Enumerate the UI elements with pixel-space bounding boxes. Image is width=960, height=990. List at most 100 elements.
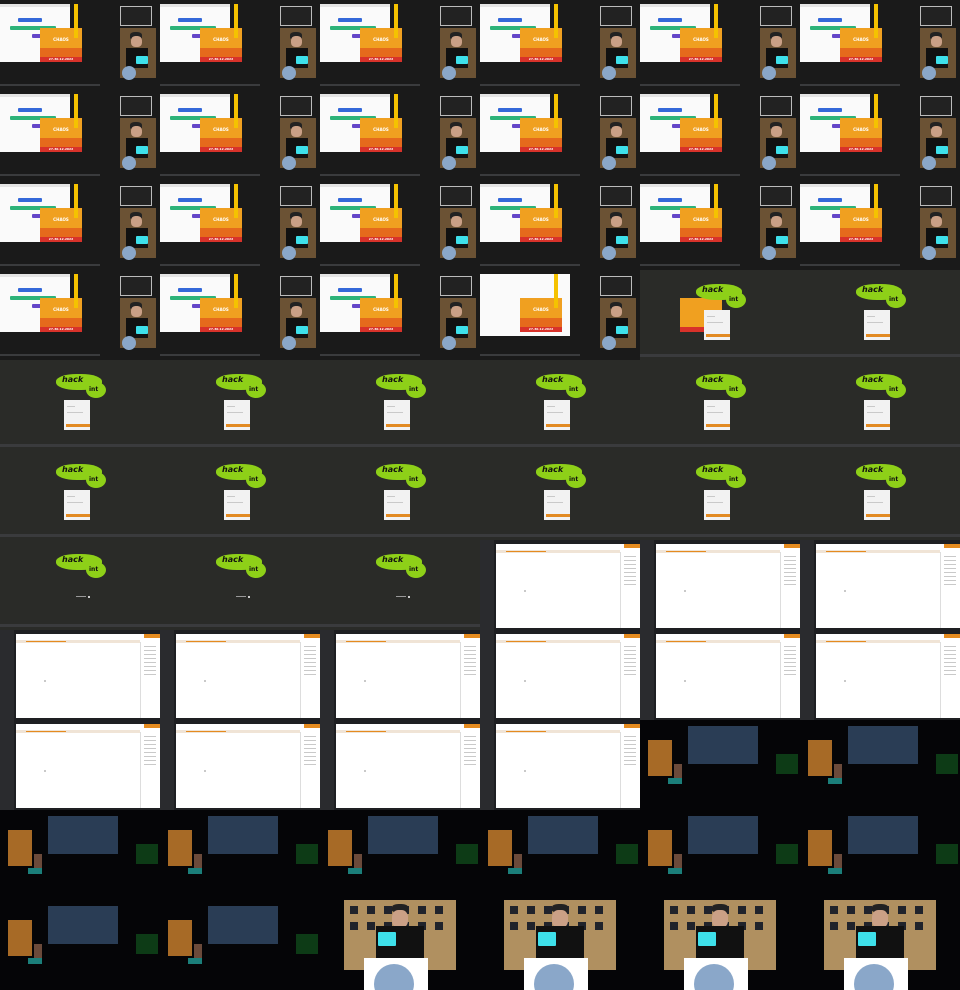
hack-logo-text: hack xyxy=(222,555,244,564)
thumbnail-notes[interactable] xyxy=(160,720,320,810)
thumbnail-hack-login[interactable]: hack int xyxy=(0,450,160,540)
thumbnail-hack-loading[interactable]: hack int xyxy=(320,540,480,630)
poster-spear xyxy=(234,4,238,38)
thumbnail-notes[interactable] xyxy=(640,630,800,720)
notes-sidebar-entry xyxy=(304,650,316,651)
thumbnail-stage[interactable] xyxy=(800,810,960,900)
thumbnail-hack-login[interactable]: hack int xyxy=(160,360,320,450)
login-button xyxy=(386,424,410,427)
thumbnail-slide[interactable]: CHAOS 27-30.12.2022 xyxy=(0,90,160,180)
thumbnail-notes[interactable] xyxy=(320,720,480,810)
login-field-label xyxy=(387,496,395,497)
slide-window-titlebar xyxy=(480,94,550,97)
thumbnail-slide[interactable]: CHAOS 27-30.12.2022 xyxy=(160,90,320,180)
thumbnail-notes[interactable] xyxy=(0,630,160,720)
thumbnail-hack-loading[interactable]: hack int xyxy=(0,540,160,630)
thumbnail-speaker[interactable] xyxy=(800,900,960,990)
thumbnail-stage[interactable] xyxy=(640,810,800,900)
thumbnail-notes[interactable] xyxy=(320,630,480,720)
poster-date: 27-30.12.2022 xyxy=(840,237,882,242)
thumbnail-slide[interactable]: CHAOS 27-30.12.2022 xyxy=(640,0,800,90)
thumbnail-speaker[interactable] xyxy=(640,900,800,990)
thumbnail-slide[interactable]: CHAOS 27-30.12.2022 xyxy=(320,270,480,360)
notes-sidebar-entry xyxy=(624,756,636,757)
thumbnail-notes[interactable] xyxy=(480,630,640,720)
poster-spear xyxy=(714,94,718,128)
thumbnail-slide[interactable]: CHAOS 27-30.12.2022 xyxy=(800,90,960,180)
thumbnail-hack-loading[interactable]: hack int xyxy=(160,540,320,630)
thumbnail-speaker[interactable] xyxy=(320,900,480,990)
notes-sidebar-entry xyxy=(464,662,476,663)
thumbnail-slide[interactable]: CHAOS 27-30.12.2022 xyxy=(480,180,640,270)
thumbnail-hack-login[interactable]: hack int xyxy=(640,360,800,450)
poster-date: 27-30.12.2022 xyxy=(360,147,402,152)
notes-sidebar-entry xyxy=(784,670,796,671)
poster-title: CHAOS xyxy=(533,37,549,42)
thumbnail-stage[interactable] xyxy=(480,810,640,900)
thumbnail-stage[interactable] xyxy=(160,900,320,990)
notes-left-rail xyxy=(800,630,814,720)
thumbnail-notes[interactable] xyxy=(640,540,800,630)
notes-sidebar-entry xyxy=(624,650,636,651)
thumbnail-notes[interactable] xyxy=(160,630,320,720)
thumbnail-notes[interactable] xyxy=(0,720,160,810)
thumbnail-notes[interactable] xyxy=(800,630,960,720)
notes-page xyxy=(816,544,960,628)
slide-status-strip xyxy=(160,264,260,266)
thumbnail-stage[interactable] xyxy=(0,810,160,900)
thumbnail-notes[interactable] xyxy=(480,720,640,810)
thumbnail-slide[interactable]: CHAOS 27-30.12.2022 xyxy=(640,90,800,180)
thumbnail-slide[interactable]: CHAOS 27-30.12.2022 xyxy=(640,180,800,270)
thumbnail-slide[interactable]: CHAOS 27-30.12.2022 xyxy=(160,180,320,270)
thumbnail-blank-slide[interactable]: CHAOS 27-30.12.2022 xyxy=(480,270,640,360)
notes-toolbar-text xyxy=(826,551,866,552)
thumbnail-slide[interactable]: CHAOS 27-30.12.2022 xyxy=(320,180,480,270)
thumbnail-hack-login[interactable]: hack int xyxy=(640,450,800,540)
thumbnail-hack-login[interactable]: hack int xyxy=(0,360,160,450)
thumbnail-stage[interactable] xyxy=(0,900,160,990)
notes-sidebar-entry xyxy=(624,666,636,667)
slide-window-titlebar xyxy=(320,4,390,7)
poster-spear xyxy=(394,184,398,218)
poster-spear xyxy=(394,4,398,38)
thumbnail-slide[interactable]: CHAOS 27-30.12.2022 xyxy=(0,270,160,360)
thumbnail-stage[interactable] xyxy=(640,720,800,810)
thumbnail-slide[interactable]: CHAOS 27-30.12.2022 xyxy=(800,0,960,90)
thumbnail-slide[interactable]: CHAOS 27-30.12.2022 xyxy=(320,90,480,180)
speaker-face xyxy=(611,306,622,317)
thumbnail-stage[interactable] xyxy=(800,720,960,810)
thumbnail-slide[interactable]: CHAOS 27-30.12.2022 xyxy=(160,270,320,360)
thumbnail-slide[interactable]: CHAOS 27-30.12.2022 xyxy=(320,0,480,90)
thumbnail-speaker[interactable] xyxy=(480,900,640,990)
speaker-logo-frame xyxy=(600,186,632,206)
lattice-hole xyxy=(595,906,603,914)
thumbnail-notes[interactable] xyxy=(480,540,640,630)
thumbnail-slide[interactable]: CHAOS 27-30.12.2022 xyxy=(480,90,640,180)
speaker-logo-frame xyxy=(280,6,312,26)
thumbnail-slide[interactable]: CHAOS 27-30.12.2022 xyxy=(800,180,960,270)
speaker-face xyxy=(291,126,302,137)
notes-cursor xyxy=(524,680,526,682)
thumbnail-hack-login[interactable]: hack int xyxy=(160,450,320,540)
thumbnail-hack-title[interactable]: hack int xyxy=(640,270,800,360)
thumbnail-hack-login[interactable]: hack int xyxy=(480,360,640,450)
thumbnail-stage[interactable] xyxy=(160,810,320,900)
thumbnail-stage[interactable] xyxy=(320,810,480,900)
thumbnail-hack-login[interactable]: hack int xyxy=(320,360,480,450)
thumbnail-hack-login[interactable]: hack int xyxy=(800,360,960,450)
thumbnail-hack-login[interactable]: hack int xyxy=(480,450,640,540)
loading-text xyxy=(76,596,86,597)
hack-logo-text: hack xyxy=(62,555,84,564)
thumbnail-notes[interactable] xyxy=(800,540,960,630)
slide-blue-button xyxy=(658,18,682,22)
thumbnail-hack-login[interactable]: hack int xyxy=(320,450,480,540)
poster-title: CHAOS xyxy=(373,217,389,222)
thumbnail-slide[interactable]: CHAOS 27-30.12.2022 xyxy=(160,0,320,90)
thumbnail-slide[interactable]: CHAOS 27-30.12.2022 xyxy=(0,0,160,90)
thumbnail-slide[interactable]: CHAOS 27-30.12.2022 xyxy=(480,0,640,90)
thumbnail-hack-login[interactable]: hack int xyxy=(800,450,960,540)
thumbnail-hack-login[interactable]: hack int xyxy=(800,270,960,360)
poster-spear xyxy=(714,4,718,38)
notes-sidebar-entry xyxy=(304,740,316,741)
thumbnail-slide[interactable]: CHAOS 27-30.12.2022 xyxy=(0,180,160,270)
